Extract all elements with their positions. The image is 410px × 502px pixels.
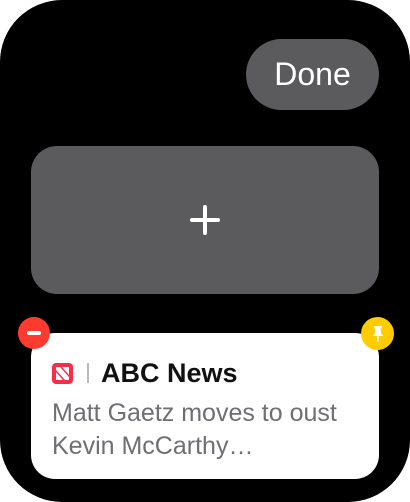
widget-header: ABC News — [52, 355, 359, 391]
done-button[interactable]: Done — [246, 39, 379, 110]
plus-icon — [190, 205, 220, 235]
apple-news-icon — [52, 362, 73, 384]
news-widget-card[interactable]: ABC News Matt Gaetz moves to oust Kevin … — [31, 333, 379, 479]
minus-icon — [27, 331, 41, 335]
pin-icon — [372, 325, 383, 342]
header-divider — [87, 363, 89, 383]
pin-widget-button[interactable] — [361, 317, 394, 350]
news-headline: Matt Gaetz moves to oust Kevin McCarthy… — [52, 399, 337, 460]
add-widget-tile[interactable] — [31, 146, 379, 294]
watch-screen: Done ABC News Matt Gaetz moves to oust K… — [0, 0, 410, 502]
news-source-name: ABC News — [101, 357, 238, 388]
remove-widget-button[interactable] — [18, 317, 50, 349]
